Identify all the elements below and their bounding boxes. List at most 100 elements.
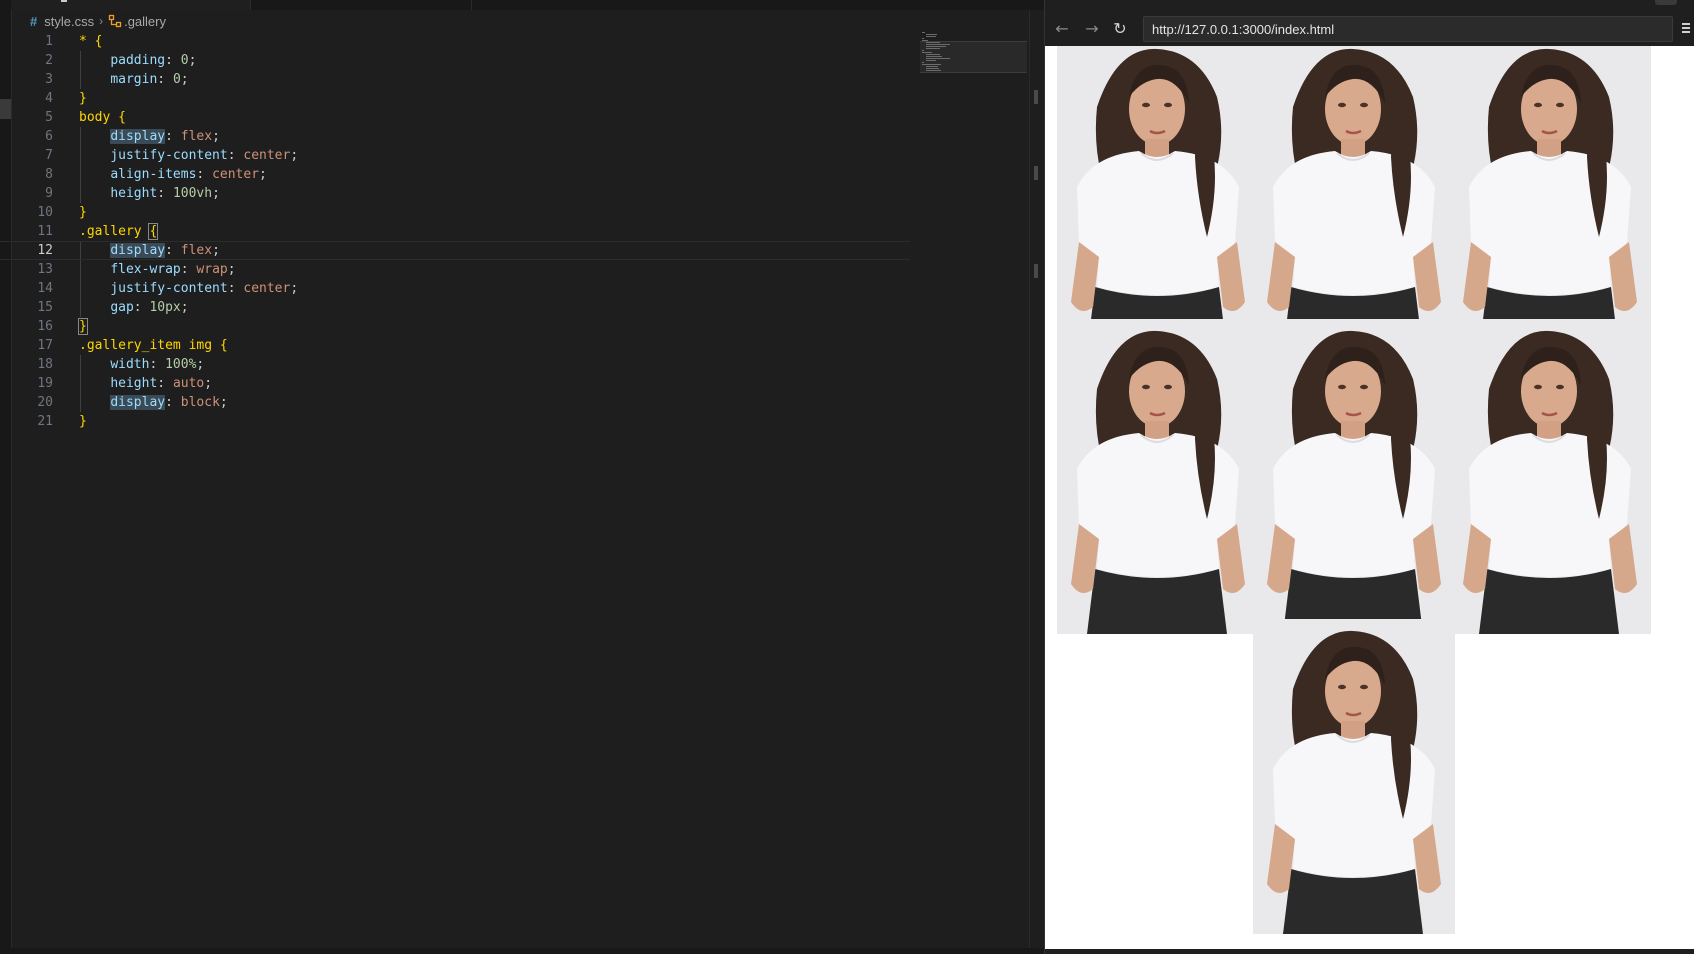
address-bar[interactable]: http://127.0.0.1:3000/index.html [1143,16,1673,42]
line-number: 18 [37,357,53,372]
gallery-photo [1253,319,1455,634]
code-editor[interactable]: # style.css › .gallery 1 * { 2 padding: 0;… [0,0,1045,954]
line-number: 7 [45,148,53,163]
line-number: 11 [37,224,53,239]
code-text: } [79,414,87,429]
gallery-item-3 [1449,46,1651,352]
code-text: .gallery { [79,223,159,240]
line-number: 9 [45,186,53,201]
code-text: justify-content: center; [110,148,299,163]
code-text: display: flex; [110,243,220,258]
gallery-item-1 [1057,46,1259,352]
browser-titlebar [1045,0,1694,12]
line-number: 14 [37,281,53,296]
minimap-line [922,38,924,39]
code-line[interactable]: 1 * { [0,32,910,51]
minimap-line [926,36,936,37]
minimap-line [922,32,925,33]
code-line[interactable]: 16} [0,317,910,336]
code-text: justify-content: center; [110,281,299,296]
code-text: flex-wrap: wrap; [110,262,236,277]
line-number: 19 [37,376,53,391]
line-number: 1 [45,34,53,49]
code-line[interactable]: 3 margin: 0; [0,70,910,89]
line-number: 20 [37,395,53,410]
browser-preview: ← → ↻ http://127.0.0.1:3000/index.html [1044,0,1694,954]
editor-scrollbar[interactable] [1029,10,1045,954]
browser-window-button[interactable] [1655,0,1677,5]
scrollbar-marker [1034,264,1038,278]
code-line[interactable]: 19 height: auto; [0,374,910,393]
tab-indicator [61,0,67,2]
line-number: 3 [45,72,53,87]
code-text: width: 100%; [110,357,205,372]
code-line[interactable]: 20 display: block; [0,393,910,412]
gallery-item-5 [1253,319,1455,634]
menu-icon[interactable] [1682,21,1692,35]
tab-secondary[interactable] [251,0,472,10]
code-line[interactable]: 17 .gallery_item img { [0,336,910,355]
line-number: 2 [45,53,53,68]
line-number: 17 [37,338,53,353]
code-text: margin: 0; [110,72,189,87]
code-text: height: auto; [110,376,213,391]
gallery-photo [1253,619,1455,934]
code-line[interactable]: 8 align-items: center; [0,165,910,184]
page-viewport[interactable] [1045,46,1694,949]
minimap-slider[interactable] [920,41,1027,73]
code-line[interactable]: 13 flex-wrap: wrap; [0,260,910,279]
code-text: } [78,318,88,335]
code-text: padding: 0; [110,53,197,68]
code-line[interactable]: 10} [0,203,910,222]
line-number: 10 [37,205,53,220]
chevron-right-icon: › [99,14,104,28]
scrollbar-marker [1034,166,1038,180]
css-file-icon: # [30,13,38,29]
gallery-photo [1057,46,1259,352]
gallery-item-4 [1057,319,1259,634]
code-line[interactable]: 21} [0,412,910,431]
code-line[interactable]: 9 height: 100vh; [0,184,910,203]
code-line[interactable]: 15 gap: 10px; [0,298,910,317]
code-line[interactable]: 5 body { [0,108,910,127]
breadcrumb-file[interactable]: style.css [44,14,94,29]
code-line[interactable]: 6 display: flex; [0,127,910,146]
css-selector-symbol-icon [108,14,122,28]
code-text: } [79,205,87,220]
reload-icon[interactable]: ↻ [1109,18,1131,40]
code-line[interactable]: 11 .gallery { [0,222,910,241]
code-text: .gallery_item img { [79,338,228,353]
arrow-right-icon[interactable]: → [1081,18,1103,40]
code-line[interactable]: 14 justify-content: center; [0,279,910,298]
breadcrumb-symbol[interactable]: .gallery [124,14,166,29]
line-number: 12 [37,243,53,258]
code-line[interactable]: 7 justify-content: center; [0,146,910,165]
status-bar [0,948,1044,954]
tab-style-css[interactable] [11,0,251,10]
browser-bottom-edge [1045,949,1694,954]
line-number: 4 [45,91,53,106]
scrollbar-marker [1034,90,1038,104]
minimap-line [926,34,937,35]
line-number: 15 [37,300,53,315]
arrow-left-icon[interactable]: ← [1051,18,1073,40]
code-text: display: flex; [110,129,220,144]
line-number: 13 [37,262,53,277]
breadcrumb: # style.css › .gallery [30,12,166,30]
gallery-photo [1253,46,1455,352]
code-text: } [79,91,87,106]
gallery-photo [1449,46,1651,352]
gallery-photo [1449,319,1651,634]
gallery-item-2 [1253,46,1455,352]
line-number: 6 [45,129,53,144]
code-text: * { [79,34,103,49]
code-text: align-items: center; [110,167,267,182]
line-number: 16 [37,319,53,334]
code-area[interactable]: 1 * {2 padding: 0; 3 margin: 0; 4} 5 body {6 … [0,32,910,431]
code-text: body { [79,110,126,125]
code-line[interactable]: 18 width: 100%; [0,355,910,374]
code-line[interactable]: 12 display: flex; [0,241,910,260]
browser-toolbar: ← → ↻ http://127.0.0.1:3000/index.html [1045,12,1694,46]
code-line[interactable]: 2 padding: 0; [0,51,910,70]
code-line[interactable]: 4} [0,89,910,108]
